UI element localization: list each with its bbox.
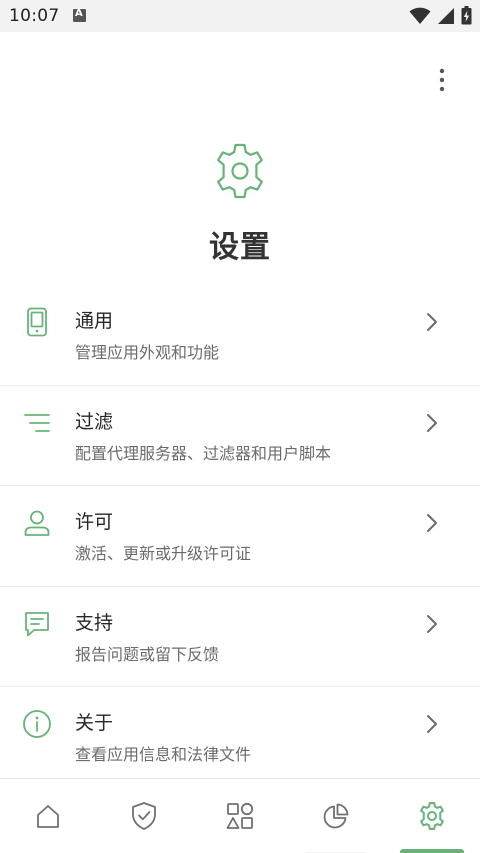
chevron-right-icon <box>427 514 437 532</box>
chevron-right-icon <box>427 715 437 733</box>
menu-item-subtitle: 管理应用外观和功能 <box>75 343 220 362</box>
filter-lines-icon <box>24 413 50 432</box>
phone-icon <box>27 307 47 337</box>
nav-apps-button[interactable] <box>223 799 257 833</box>
menu-item-title: 支持 <box>75 611 114 634</box>
nav-home-button[interactable] <box>31 799 65 833</box>
active-tab-indicator <box>400 849 464 853</box>
more-options-button[interactable] <box>426 64 458 96</box>
wifi-icon <box>409 7 431 24</box>
chat-icon <box>25 611 49 636</box>
apps-grid-icon <box>226 802 254 829</box>
status-time: 10:07 <box>9 6 60 26</box>
nav-statistics-button[interactable] <box>319 799 353 833</box>
menu-item-title: 过滤 <box>75 410 114 433</box>
menu-item-title: 关于 <box>75 712 114 734</box>
menu-item-license[interactable]: 许可 激活、更新或升级许可证 <box>0 486 480 587</box>
pie-chart-icon <box>323 803 349 829</box>
person-icon <box>24 510 50 536</box>
notification-icon-letter: A <box>75 8 83 19</box>
menu-item-subtitle: 配置代理服务器、过滤器和用户脚本 <box>75 443 332 463</box>
menu-item-support[interactable]: 支持 报告问题或留下反馈 <box>0 587 480 687</box>
chevron-right-icon <box>427 614 437 633</box>
shield-check-icon <box>132 802 156 830</box>
page-title: 设置 <box>209 230 271 265</box>
gear-icon <box>420 802 444 830</box>
menu-item-general[interactable]: 通用 管理应用外观和功能 <box>0 285 480 386</box>
chevron-right-icon <box>427 413 437 432</box>
info-icon <box>23 710 51 738</box>
chevron-right-icon <box>427 313 437 331</box>
menu-item-filtering[interactable]: 过滤 配置代理服务器、过滤器和用户脚本 <box>0 386 480 486</box>
menu-item-title: 通用 <box>75 310 114 332</box>
battery-charging-icon <box>461 6 472 25</box>
nav-protection-button[interactable] <box>127 799 161 833</box>
settings-menu-list: 通用 管理应用外观和功能 过滤 配置代理服务器、过滤器和用户脚本 许可 激活、更… <box>0 285 480 788</box>
gear-icon <box>217 143 263 199</box>
signal-icon <box>438 7 454 24</box>
menu-item-subtitle: 报告问题或留下反馈 <box>75 644 220 664</box>
more-vertical-icon <box>439 68 445 92</box>
menu-item-subtitle: 激活、更新或升级许可证 <box>75 544 252 563</box>
status-icons <box>409 6 472 25</box>
bottom-navigation <box>0 778 480 853</box>
menu-item-subtitle: 查看应用信息和法律文件 <box>75 745 252 764</box>
menu-item-title: 许可 <box>75 511 114 533</box>
home-icon <box>37 805 59 828</box>
menu-item-about[interactable]: 关于 查看应用信息和法律文件 <box>0 687 480 788</box>
nav-settings-button[interactable] <box>415 799 449 833</box>
status-bar: 10:07 A <box>0 0 480 32</box>
notification-icon: A <box>73 8 86 22</box>
